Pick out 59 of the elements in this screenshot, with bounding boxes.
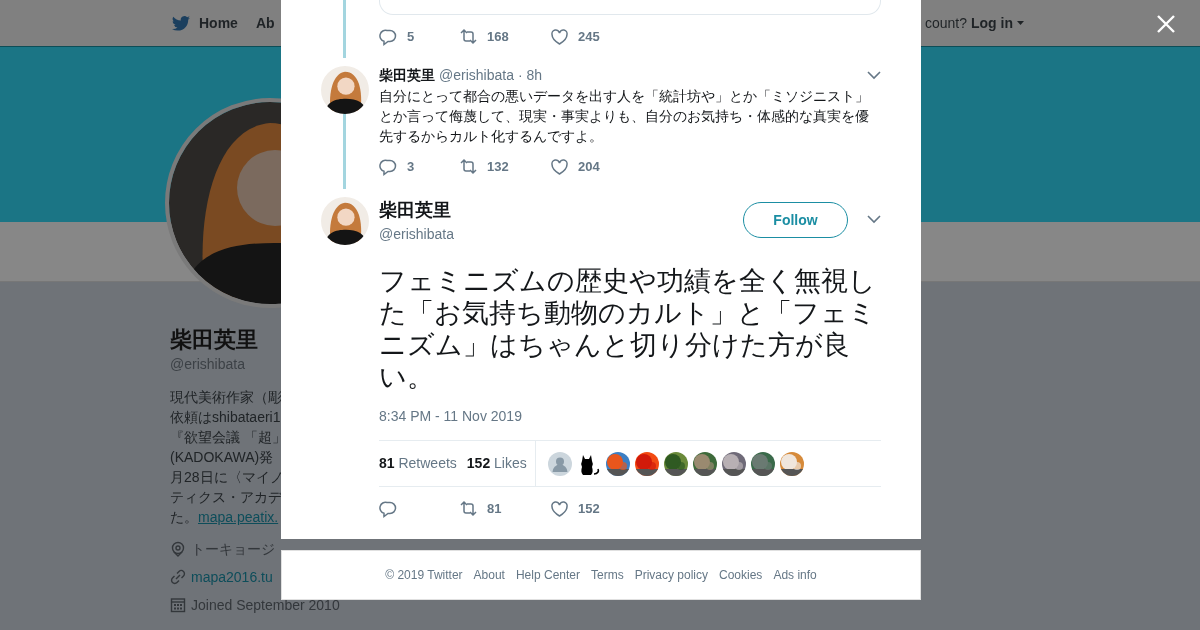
follow-button[interactable]: Follow	[743, 202, 848, 238]
profile-bio: 現代美術作家（彫 依頼はshibataeri1 『欲望会議 「超」 (KADOKAWA)発 月28日に〈マイノ ティクス・アカデ た。mapa.peatix.	[170, 388, 285, 527]
author-name[interactable]: 柴田英里	[379, 197, 454, 224]
like-stat[interactable]: 152 Likes	[466, 453, 527, 474]
reply-icon[interactable]	[379, 158, 398, 176]
close-icon[interactable]	[1157, 15, 1175, 33]
avatar[interactable]	[779, 451, 804, 476]
author-handle[interactable]: @erishibata	[439, 65, 514, 86]
tweet-time[interactable]: · 8h	[517, 65, 543, 86]
reply-icon[interactable]	[379, 500, 398, 518]
reply-icon[interactable]	[379, 27, 398, 46]
profile-joined: Joined September 2010	[191, 595, 340, 615]
like-count: 204	[578, 158, 600, 177]
reply-count: 5	[407, 27, 415, 46]
author-name[interactable]: 柴田英里	[379, 65, 435, 86]
avatar[interactable]	[750, 451, 775, 476]
footer-link[interactable]: About	[473, 566, 505, 584]
avatar	[321, 197, 369, 245]
chevron-icon[interactable]	[867, 215, 881, 224]
avatar[interactable]	[692, 451, 717, 476]
author-handle[interactable]: @erishibata	[379, 224, 454, 245]
copyright-text: © 2019 Twitter	[385, 567, 463, 584]
avatar[interactable]	[605, 451, 630, 476]
like-count: 152	[578, 500, 600, 519]
footer-link[interactable]: Cookies	[719, 566, 763, 584]
footer-link[interactable]: Privacy policy	[634, 566, 708, 584]
retweet-icon[interactable]	[459, 27, 478, 46]
tweet-timestamp[interactable]: 8:34 PM - 11 Nov 2019	[379, 406, 881, 427]
tweet-text: フェミニズムの歴史や功績を全く無視した「お気持ち動物のカルト」と「フェミニズム」はちゃんと切り分けた方が良い。	[379, 265, 877, 393]
retweet-icon[interactable]	[459, 500, 478, 518]
avatar	[321, 66, 369, 114]
calendar-icon	[170, 597, 186, 613]
heart-icon[interactable]	[550, 27, 569, 46]
login-link[interactable]: Log in	[971, 12, 1013, 34]
profile-name: 柴田英里	[170, 326, 259, 354]
account-prompt: count?	[924, 13, 967, 33]
retweet-count: 81	[487, 500, 502, 519]
tweet-text: 自分にとって都合の悪いデータを出す人を「統計坊や」とか「ミソジニスト」とか言って侮蔑して、現実・事実よりも、自分のお気持ち・体感的な真実を優先するからカルト化するんですよ。	[379, 87, 870, 146]
caret-icon[interactable]	[1017, 21, 1024, 25]
like-count: 245	[578, 27, 600, 46]
avatar[interactable]	[663, 451, 688, 476]
nav-link[interactable]: Home	[199, 12, 238, 34]
footer-link[interactable]: Terms	[591, 566, 624, 584]
retweet-count: 132	[487, 158, 509, 177]
bird-icon[interactable]	[171, 14, 191, 32]
chevron-icon[interactable]	[867, 71, 881, 80]
heart-icon[interactable]	[550, 500, 569, 518]
retweet-stat[interactable]: 81 Retweets	[379, 453, 457, 474]
retweet-count: 168	[487, 27, 509, 46]
avatar[interactable]	[634, 451, 659, 476]
nav-link[interactable]: Ab	[255, 12, 275, 34]
reply-count: 3	[407, 158, 415, 177]
retweet-icon[interactable]	[459, 158, 478, 176]
location-icon	[170, 541, 186, 557]
heart-icon[interactable]	[550, 158, 569, 176]
avatar[interactable]	[721, 451, 746, 476]
footer-link[interactable]: Help Center	[515, 566, 580, 584]
footer-link[interactable]: Ads info	[773, 566, 817, 584]
link-icon	[170, 569, 186, 585]
